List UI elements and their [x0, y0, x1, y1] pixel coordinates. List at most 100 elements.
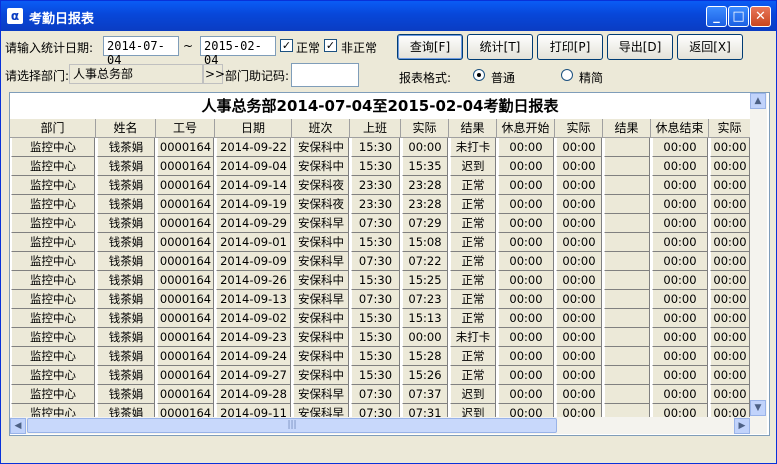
close-button[interactable]: ✕ — [750, 6, 771, 27]
column-header[interactable]: 上班 — [350, 119, 401, 138]
table-cell: 正常 — [450, 214, 496, 233]
column-header[interactable]: 实际 — [555, 119, 603, 138]
minimize-icon: _ — [713, 9, 720, 24]
column-header[interactable]: 实际 — [401, 119, 449, 138]
table-cell: 07:30 — [351, 252, 400, 271]
print-button[interactable]: 打印[P] — [537, 34, 603, 60]
scroll-left-icon[interactable]: ◀ — [10, 418, 26, 434]
column-header[interactable]: 日期 — [215, 119, 292, 138]
format-normal-radio[interactable] — [473, 69, 485, 81]
table-cell: 00:00 — [556, 385, 602, 404]
table-cell: 2014-09-28 — [216, 385, 291, 404]
column-header[interactable]: 实际 — [709, 119, 751, 138]
report-grid[interactable]: 人事总务部2014-07-04至2015-02-04考勤日报表 部门 姓名 工号 日期… — [9, 92, 770, 436]
table-cell: 00:00 — [498, 214, 554, 233]
vertical-scrollbar[interactable]: ▲ ▼ — [750, 93, 767, 417]
table-cell — [604, 366, 650, 385]
table-cell: 0000164 — [157, 366, 214, 385]
table-cell: 00:00 — [556, 328, 602, 347]
scroll-down-icon[interactable]: ▼ — [750, 400, 766, 416]
format-label: 报表格式: — [399, 71, 452, 85]
maximize-icon: □ — [732, 9, 745, 24]
table-cell: 安保科中 — [293, 271, 349, 290]
table-cell: 监控中心 — [11, 290, 95, 309]
table-cell: 2014-09-13 — [216, 290, 291, 309]
table-cell: 钱茶娟 — [97, 252, 155, 271]
table-cell: 00:00 — [556, 138, 602, 157]
scroll-up-icon[interactable]: ▲ — [750, 93, 766, 109]
mnemonic-input[interactable] — [291, 63, 359, 87]
table-cell: 00:00 — [556, 347, 602, 366]
minimize-button[interactable]: _ — [706, 6, 727, 27]
table-cell: 00:00 — [498, 233, 554, 252]
table-cell: 监控中心 — [11, 157, 95, 176]
table-cell: 15:28 — [402, 347, 448, 366]
table-cell: 15:13 — [402, 309, 448, 328]
table-cell: 监控中心 — [11, 233, 95, 252]
table-cell — [604, 347, 650, 366]
export-button[interactable]: 导出[D] — [607, 34, 673, 60]
table-cell — [604, 271, 650, 290]
abnormal-label: 非正常 — [341, 41, 378, 55]
date-from-input[interactable]: 2014-07-04 — [103, 36, 179, 67]
maximize-button[interactable]: □ — [728, 6, 749, 27]
abnormal-checkbox[interactable]: ✓ — [324, 39, 337, 52]
table-cell: 00:00 — [710, 233, 750, 252]
table-cell: 钱茶娟 — [97, 233, 155, 252]
table-cell: 23:28 — [402, 195, 448, 214]
table-cell: 15:30 — [351, 347, 400, 366]
scroll-right-icon[interactable]: ▶ — [734, 418, 750, 434]
column-header[interactable]: 休息结束 — [651, 119, 709, 138]
table-cell: 00:00 — [556, 157, 602, 176]
table-cell: 15:30 — [351, 233, 400, 252]
column-header[interactable]: 班次 — [292, 119, 350, 138]
table-cell: 07:22 — [402, 252, 448, 271]
normal-checkbox[interactable]: ✓ — [280, 39, 293, 52]
format-simple-radio[interactable] — [561, 69, 573, 81]
column-header[interactable]: 结果 — [603, 119, 651, 138]
table-cell: 15:30 — [351, 328, 400, 347]
table-cell: 00:00 — [652, 309, 708, 328]
table-cell: 00:00 — [710, 195, 750, 214]
table-cell: 监控中心 — [11, 271, 95, 290]
table-cell: 安保科夜 — [293, 176, 349, 195]
stats-button[interactable]: 统计[T] — [467, 34, 533, 60]
column-header[interactable]: 结果 — [449, 119, 497, 138]
table-cell: 00:00 — [652, 328, 708, 347]
table-cell: 15:26 — [402, 366, 448, 385]
table-cell: 00:00 — [498, 176, 554, 195]
dept-select[interactable]: 人事总务部 — [69, 64, 203, 84]
table-cell: 监控中心 — [11, 252, 95, 271]
table-cell: 安保科早 — [293, 385, 349, 404]
column-header[interactable]: 工号 — [156, 119, 215, 138]
table-cell: 00:00 — [498, 195, 554, 214]
table-cell: 正常 — [450, 290, 496, 309]
table-cell: 正常 — [450, 195, 496, 214]
range-separator: ~ — [183, 39, 194, 53]
table-cell: 00:00 — [652, 252, 708, 271]
table-cell: 00:00 — [556, 176, 602, 195]
horizontal-scrollbar[interactable]: ◀ ||| ▶ — [10, 417, 767, 434]
table-cell — [604, 195, 650, 214]
table-cell: 15:30 — [351, 366, 400, 385]
date-to-input[interactable]: 2015-02-04 — [200, 36, 276, 67]
table-cell: 15:30 — [351, 271, 400, 290]
column-header[interactable]: 姓名 — [96, 119, 156, 138]
table-cell: 00:00 — [710, 138, 750, 157]
table-cell: 安保科中 — [293, 347, 349, 366]
table-cell: 00:00 — [498, 385, 554, 404]
dept-picker-button[interactable]: >> — [203, 64, 225, 84]
query-button[interactable]: 查询[F] — [397, 34, 463, 60]
back-button[interactable]: 返回[X] — [677, 34, 743, 60]
table-cell — [604, 138, 650, 157]
table-cell: 00:00 — [652, 233, 708, 252]
title-bar[interactable]: α 考勤日报表 _ □ ✕ — [1, 1, 776, 31]
table-cell: 00:00 — [402, 328, 448, 347]
table-cell: 监控中心 — [11, 214, 95, 233]
horizontal-scroll-thumb[interactable]: ||| — [27, 418, 557, 433]
table-cell: 2014-09-01 — [216, 233, 291, 252]
table-cell: 23:30 — [351, 195, 400, 214]
column-header[interactable]: 部门 — [10, 119, 96, 138]
table-cell: 00:00 — [652, 347, 708, 366]
column-header[interactable]: 休息开始 — [497, 119, 555, 138]
